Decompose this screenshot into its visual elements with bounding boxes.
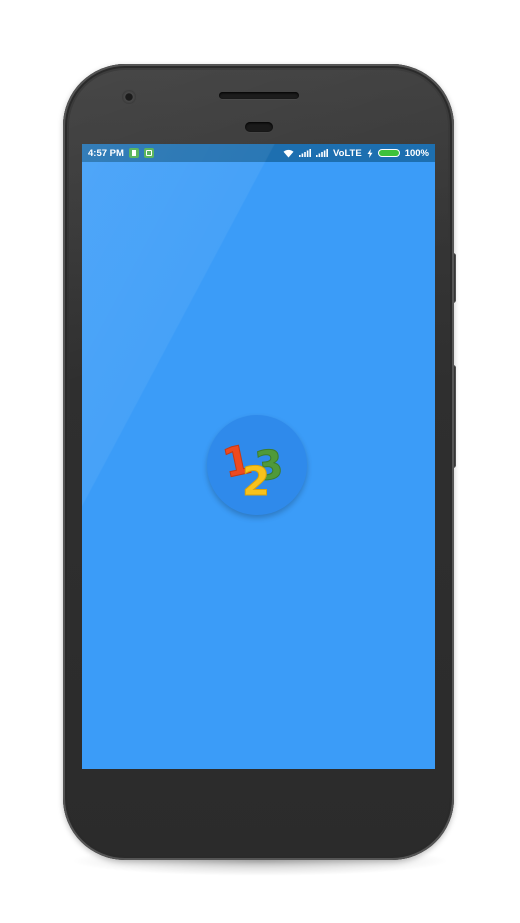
logo-digit-two: 2: [242, 459, 270, 505]
status-right: VoLTE 100%: [283, 148, 429, 159]
charging-icon: [367, 148, 373, 158]
mockup-stage: 4:57 PM VoLTE 100% 3 1 2: [0, 0, 520, 923]
phone-screen[interactable]: 4:57 PM VoLTE 100% 3 1 2: [82, 144, 435, 769]
signal-icon: [316, 149, 329, 157]
status-bar: 4:57 PM VoLTE 100%: [82, 144, 435, 162]
battery-icon: [377, 149, 400, 157]
proximity-sensor: [245, 122, 273, 132]
status-left: 4:57 PM: [88, 148, 154, 159]
earpiece-speaker: [219, 92, 299, 99]
network-label: VoLTE: [333, 147, 362, 159]
wifi-icon: [283, 149, 294, 158]
numbers-123-logo-icon: 3 1 2: [207, 415, 307, 515]
signal-icon: [299, 149, 312, 157]
app-notification-icon: [143, 148, 154, 158]
status-time: 4:57 PM: [88, 147, 124, 159]
front-camera-icon: [122, 90, 136, 104]
battery-level-fill: [378, 150, 399, 156]
app-notification-icon: [128, 148, 139, 158]
battery-percent: 100%: [404, 147, 429, 159]
